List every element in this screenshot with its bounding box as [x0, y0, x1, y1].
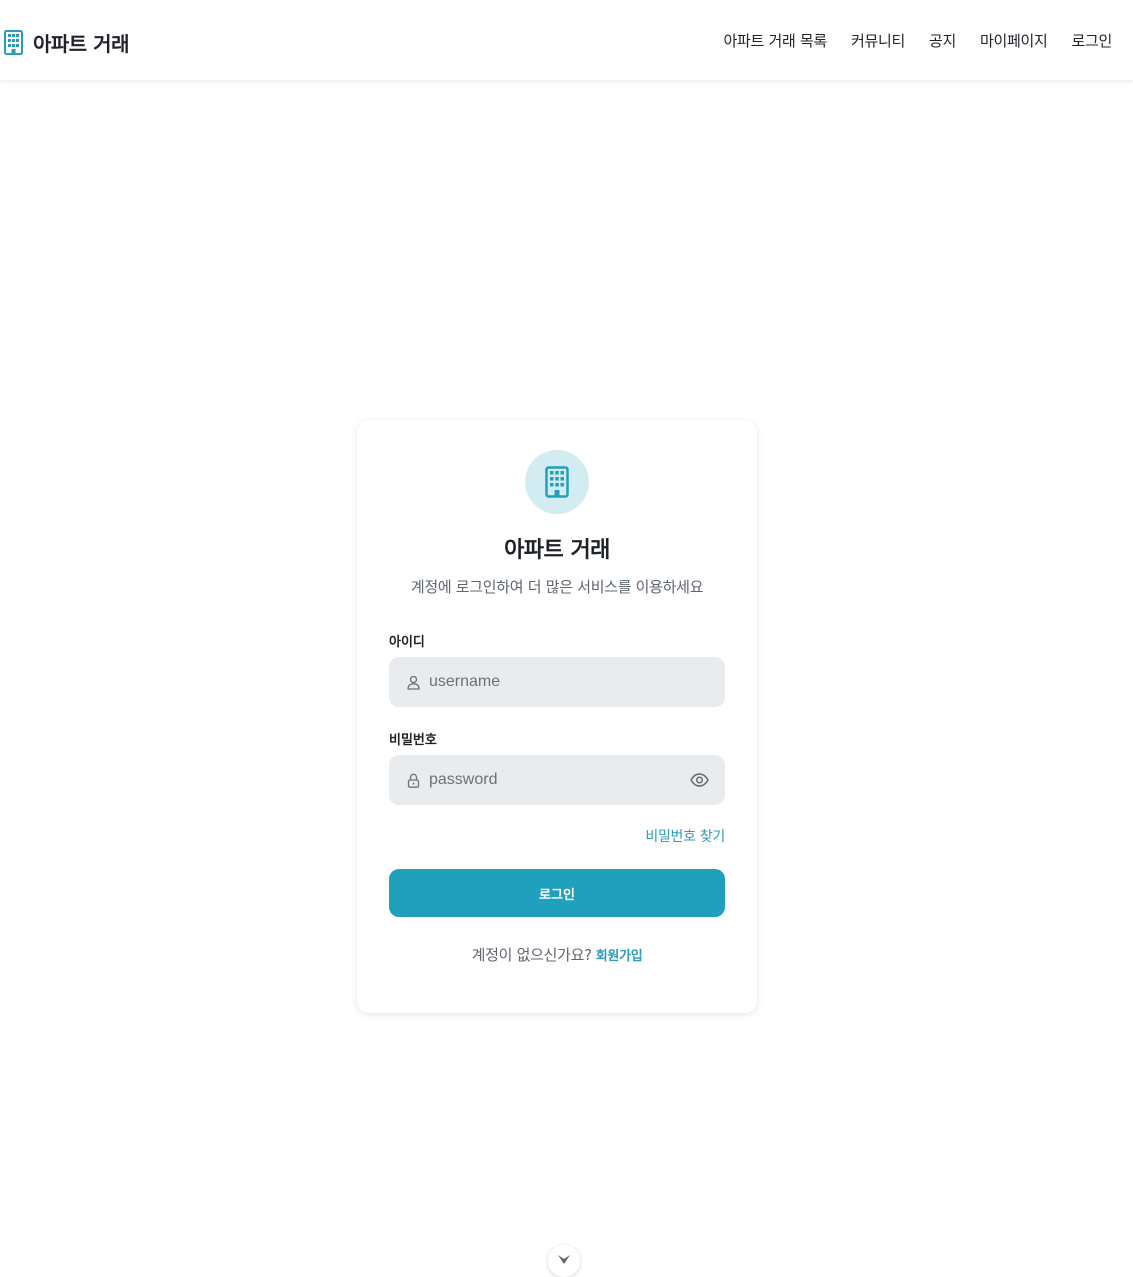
- username-field: [389, 657, 725, 707]
- nav-login[interactable]: 로그인: [1071, 30, 1112, 51]
- signup-prompt: 계정이 없으신가요?: [471, 946, 592, 964]
- nav-notice[interactable]: 공지: [929, 30, 956, 51]
- nav-community[interactable]: 커뮤니티: [851, 30, 905, 51]
- scroll-down-button[interactable]: [548, 1245, 580, 1277]
- forgot-password-link[interactable]: 비밀번호 찾기: [645, 826, 725, 846]
- username-input[interactable]: [429, 657, 679, 707]
- login-subtitle: 계정에 로그인하여 더 많은 서비스를 이용하세요: [410, 578, 704, 596]
- signup-link[interactable]: 회원가입: [596, 949, 643, 964]
- building-icon: [4, 30, 23, 55]
- login-title: 아파트 거래: [504, 538, 610, 563]
- nav-mypage[interactable]: 마이페이지: [980, 30, 1048, 51]
- logo-badge: [525, 450, 589, 514]
- lock-icon: [407, 773, 420, 788]
- top-navbar: 아파트 거래 아파트 거래 목록 커뮤니티 공지 마이페이지 로그인: [0, 0, 1133, 80]
- password-input[interactable]: [429, 755, 679, 805]
- building-icon: [545, 466, 569, 498]
- main-nav: 아파트 거래 목록 커뮤니티 공지 마이페이지 로그인: [700, 30, 1113, 51]
- login-card: 아파트 거래 계정에 로그인하여 더 많은 서비스를 이용하세요 아이디 비밀번…: [357, 420, 757, 1013]
- password-field: [389, 755, 725, 805]
- brand-home-link[interactable]: 아파트 거래: [4, 28, 129, 57]
- nav-apartment-listings[interactable]: 아파트 거래 목록: [724, 30, 828, 51]
- eye-icon[interactable]: [690, 771, 709, 789]
- brand-name[interactable]: 아파트 거래: [33, 28, 129, 57]
- signup-row: 계정이 없으신가요? 회원가입: [357, 944, 757, 965]
- login-submit-button[interactable]: 로그인: [389, 869, 725, 917]
- username-label: 아이디: [389, 635, 425, 650]
- chevron-down-icon: [558, 1255, 570, 1264]
- user-icon: [407, 675, 420, 690]
- password-label: 비밀번호: [389, 733, 437, 748]
